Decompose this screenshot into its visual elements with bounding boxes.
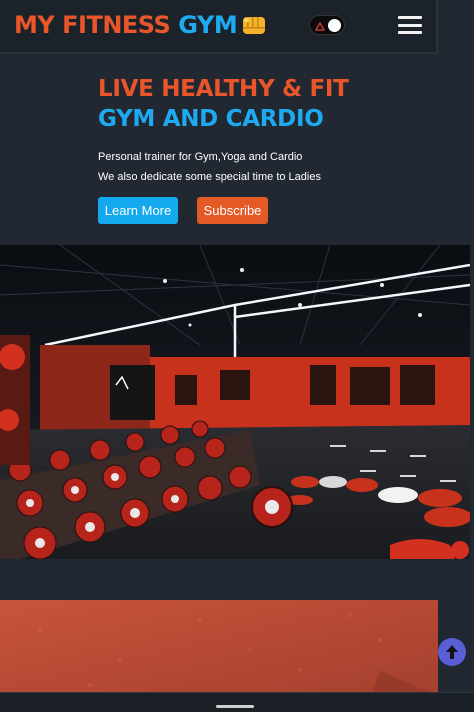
- gym-interior-image: [0, 245, 470, 559]
- hero-section: LIVE HEALTHY & FIT GYM AND CARDIO Person…: [98, 74, 438, 187]
- fist-icon: [243, 17, 266, 34]
- hamburger-menu-icon[interactable]: [398, 14, 422, 36]
- brand-logo[interactable]: MY FITNESS GYM: [14, 11, 267, 39]
- home-indicator[interactable]: [216, 705, 254, 708]
- navbar: MY FITNESS GYM: [0, 0, 438, 54]
- hero-description-line2: We also dedicate some special time to La…: [98, 171, 321, 183]
- brand-name-part2: GYM: [178, 11, 238, 39]
- arrow-up-icon: [446, 645, 458, 659]
- scroll-to-top-button[interactable]: [438, 638, 466, 666]
- theme-toggle-icon: [315, 21, 325, 31]
- hero-buttons: Learn More Subscribe: [98, 197, 268, 224]
- learn-more-button[interactable]: Learn More: [98, 197, 178, 224]
- hero-title-line2: GYM AND CARDIO: [98, 106, 324, 132]
- brand-name-part1: MY FITNESS: [14, 11, 171, 39]
- hero-description: Personal trainer for Gym,Yoga and Cardio…: [98, 147, 438, 187]
- bottom-bar: [0, 692, 474, 712]
- hero-description-line1: Personal trainer for Gym,Yoga and Cardio: [98, 151, 303, 163]
- hero-title-line1: LIVE HEALTHY & FIT: [98, 76, 349, 102]
- running-track-image: [0, 600, 438, 700]
- theme-toggle[interactable]: [309, 15, 345, 35]
- subscribe-button[interactable]: Subscribe: [197, 197, 268, 224]
- toggle-knob: [328, 19, 341, 32]
